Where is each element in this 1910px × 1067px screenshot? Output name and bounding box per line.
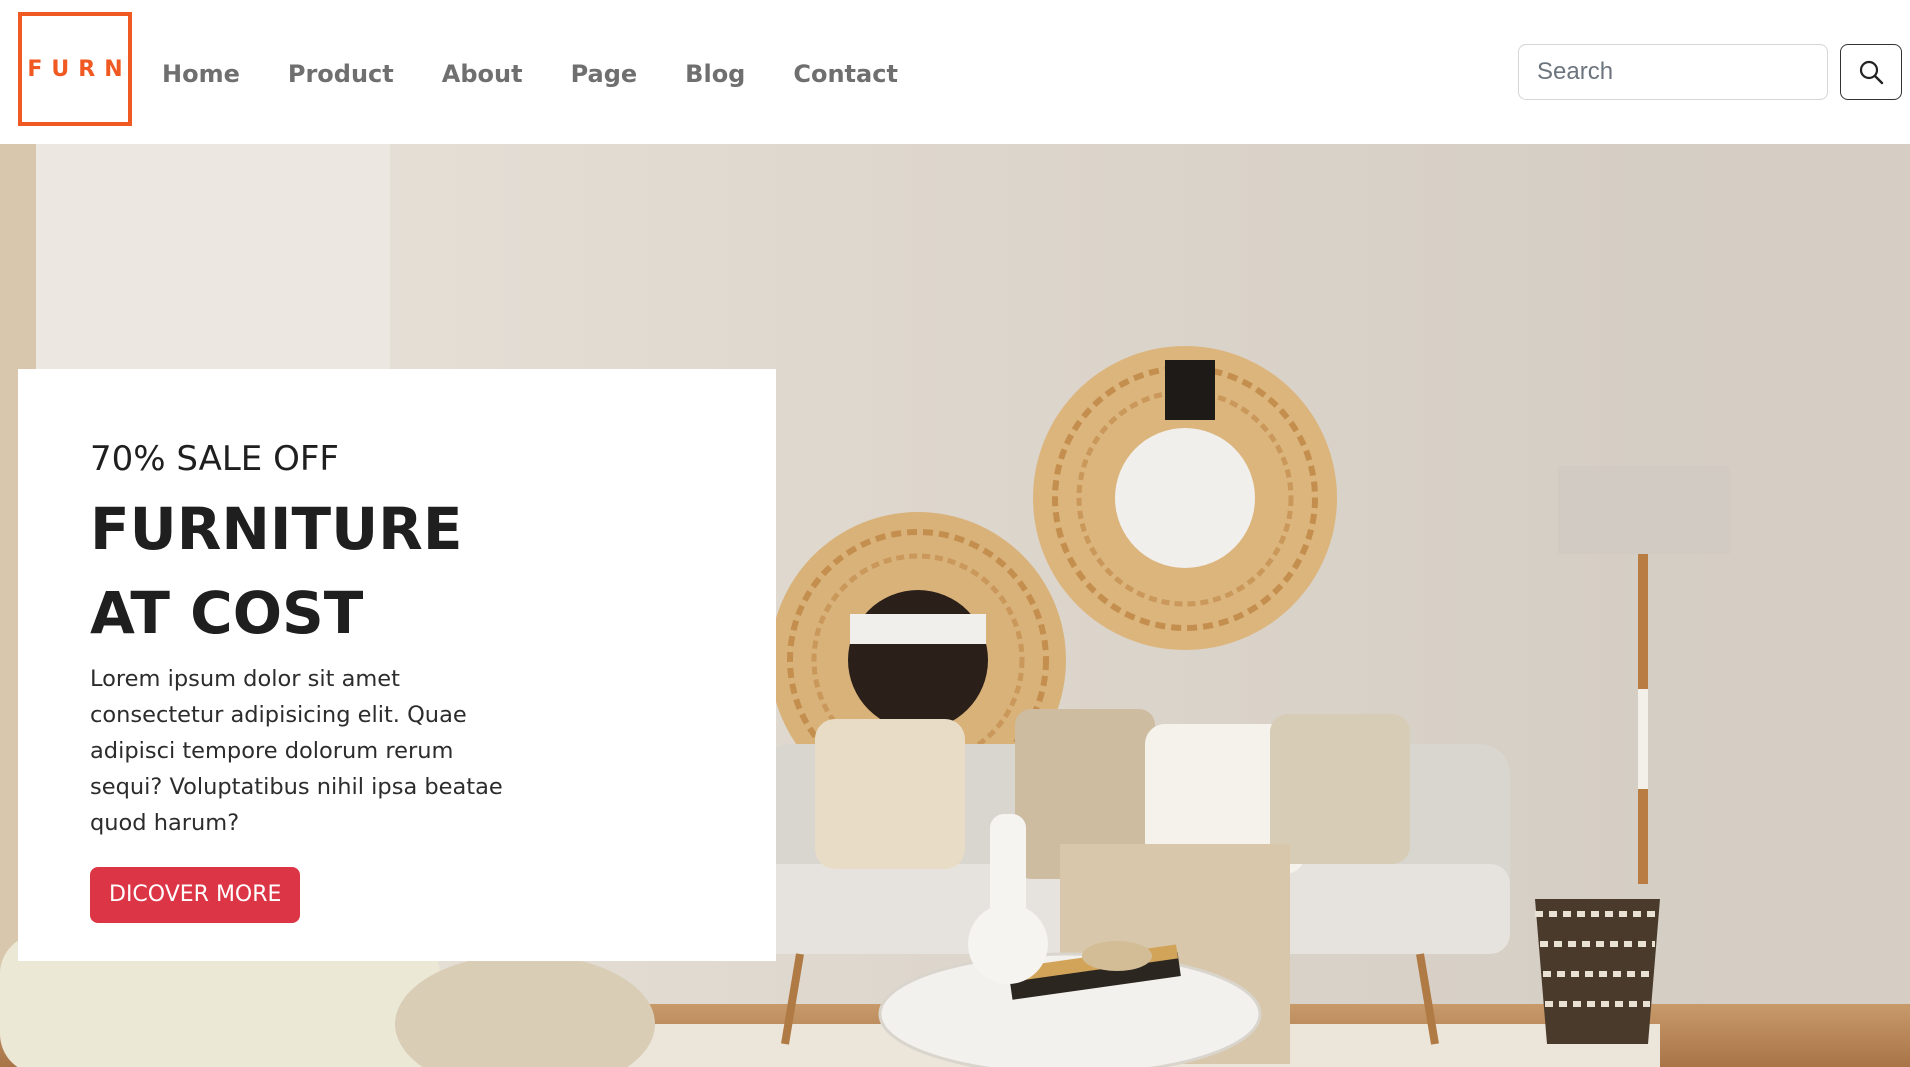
mirror-right [1033, 346, 1337, 650]
promo-eyebrow: 70% SALE OFF [90, 439, 339, 479]
promo-card: 70% SALE OFF FURNITURE AT COST Lorem ips… [18, 369, 776, 961]
nav-link-contact[interactable]: Contact [793, 60, 898, 88]
search-icon [1859, 60, 1884, 85]
logo-text: FURN [27, 56, 132, 82]
nav-link-home[interactable]: Home [162, 60, 240, 88]
logo[interactable]: FURN [18, 12, 132, 126]
nav-link-blog[interactable]: Blog [685, 60, 745, 88]
nav-menu: Home Product About Page Blog Contact [162, 0, 946, 147]
nav-link-page[interactable]: Page [571, 60, 638, 88]
nav-link-product[interactable]: Product [288, 60, 394, 88]
nav-link-about[interactable]: About [442, 60, 523, 88]
navbar: FURN Home Product About Page Blog Contac… [0, 0, 1910, 144]
promo-description: Lorem ipsum dolor sit amet consectetur a… [90, 666, 503, 836]
promo-headline-line2: AT COST [90, 579, 364, 647]
basket [1535, 899, 1660, 1044]
promo-headline: FURNITURE AT COST [90, 487, 776, 655]
discover-more-button[interactable]: DICOVER MORE [90, 867, 301, 923]
search-input[interactable] [1518, 44, 1828, 100]
search-button[interactable] [1840, 44, 1902, 100]
promo-headline-line1: FURNITURE [90, 495, 463, 563]
hero-banner: 70% SALE OFF FURNITURE AT COST Lorem ips… [0, 144, 1910, 1067]
